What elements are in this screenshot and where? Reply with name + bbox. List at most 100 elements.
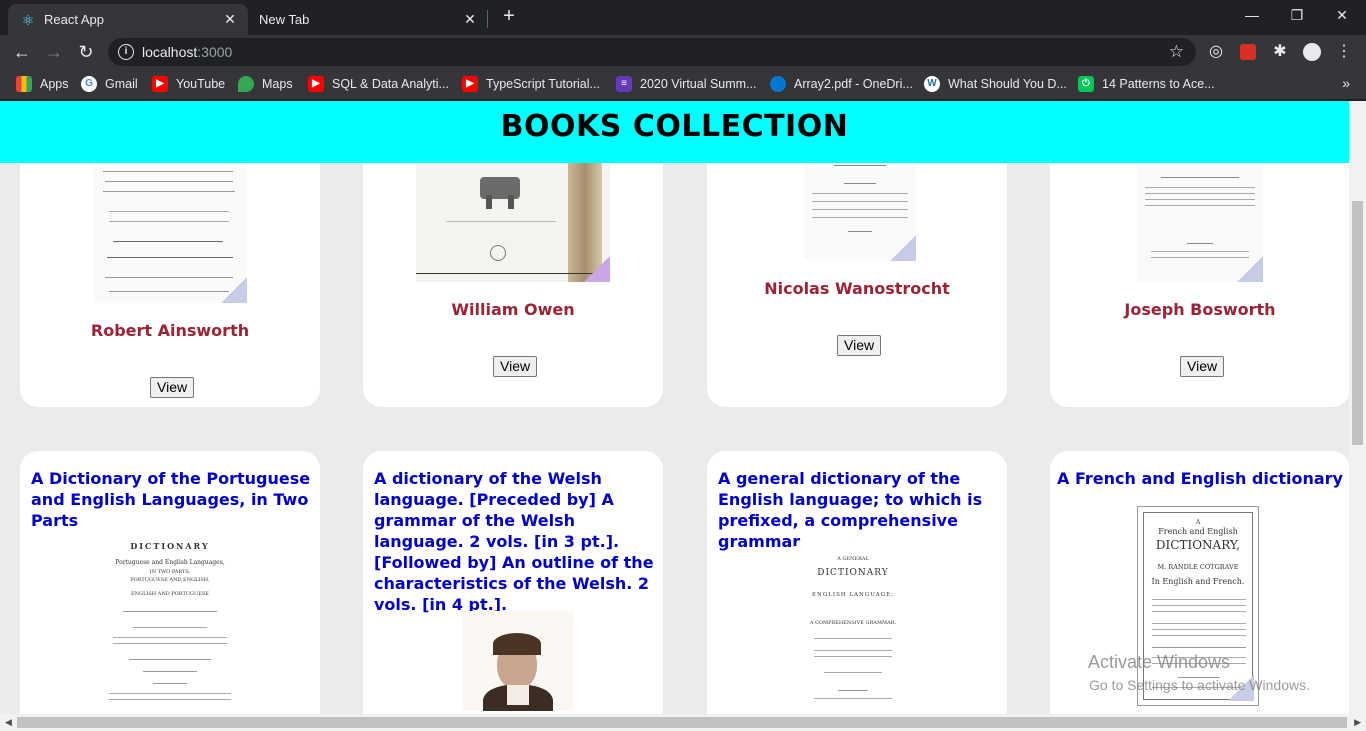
bookmark-star-icon[interactable]: ☆ bbox=[1169, 42, 1184, 62]
bookmark-what-should[interactable]: W What Should You D... bbox=[924, 76, 1067, 92]
reload-button[interactable]: ↻ bbox=[74, 40, 98, 64]
scan-text: DICTIONARY bbox=[130, 541, 210, 551]
tab-divider bbox=[487, 10, 488, 28]
bookmark-gmail[interactable]: G Gmail bbox=[81, 76, 138, 92]
view-button[interactable]: View bbox=[1180, 356, 1225, 377]
forward-button[interactable]: → bbox=[42, 40, 66, 64]
scan-text: ENGLISH AND PORTUGUESE bbox=[131, 591, 209, 597]
scroll-right-arrow-icon[interactable]: ▶ bbox=[1354, 717, 1361, 728]
book-title: A dictionary of the Welsh language. [Pre… bbox=[374, 469, 654, 614]
book-author: William Owen bbox=[451, 300, 575, 319]
bookmark-label: Array2.pdf - OneDri... bbox=[794, 77, 913, 91]
watermark-title: Activate Windows bbox=[1087, 652, 1230, 672]
restore-button[interactable]: ❐ bbox=[1277, 4, 1317, 26]
bookmark-label: What Should You D... bbox=[948, 77, 1067, 91]
minimize-button[interactable]: — bbox=[1232, 4, 1272, 26]
horizontal-scrollbar[interactable]: ◀ ▶ bbox=[0, 714, 1366, 731]
tab-label: New Tab bbox=[259, 12, 310, 27]
bookmark-summit[interactable]: ≡ 2020 Virtual Summ... bbox=[616, 76, 757, 92]
view-button[interactable]: View bbox=[837, 335, 882, 356]
site-info-icon[interactable]: i bbox=[118, 44, 134, 60]
profile-avatar-icon[interactable] bbox=[1301, 41, 1323, 63]
bookmark-label: Maps bbox=[262, 77, 293, 91]
scan-text: IN TWO PARTS, bbox=[149, 569, 191, 575]
view-button[interactable]: View bbox=[493, 356, 538, 377]
back-button[interactable]: ← bbox=[10, 40, 34, 64]
scan-text: DICTIONARY, bbox=[1155, 538, 1241, 552]
bookmark-label: Gmail bbox=[105, 77, 138, 91]
youtube-icon: ▶ bbox=[152, 76, 168, 92]
url-port: :3000 bbox=[197, 44, 233, 60]
wordpress-icon: W bbox=[924, 76, 940, 92]
scan-text: DICTIONARY bbox=[817, 568, 889, 578]
react-icon: ⚛ bbox=[21, 11, 35, 28]
browser-toolbar: ← → ↻ i localhost:3000 ☆ ◎ ✱ ⋮ bbox=[0, 35, 1366, 69]
scroll-left-arrow-icon[interactable]: ◀ bbox=[5, 717, 12, 728]
horizontal-scrollbar-thumb[interactable] bbox=[17, 717, 1347, 728]
bookmark-typescript[interactable]: ▶ TypeScript Tutorial... bbox=[462, 76, 600, 92]
bookmarks-overflow-icon[interactable]: » bbox=[1342, 75, 1350, 91]
page-header: BOOKS COLLECTION bbox=[0, 101, 1349, 163]
bookmark-label: Apps bbox=[40, 77, 69, 91]
book-cover-image: A GENERAL DICTIONARY ENGLISH LANGUAGE; A… bbox=[794, 546, 912, 716]
tab-strip: ⚛ React App ✕ New Tab ✕ + — ❐ ✕ bbox=[0, 0, 1366, 35]
bookmarks-bar: Apps G Gmail ▶ YouTube Maps ▶ SQL & Data An… bbox=[0, 69, 1366, 100]
bookmark-patterns[interactable]: ⏻ 14 Patterns to Ace... bbox=[1078, 76, 1215, 92]
scan-text: A COMPREHENSIVE GRAMMAR. bbox=[809, 620, 897, 626]
book-card: William Owen View bbox=[363, 131, 663, 407]
book-card: Joseph Bosworth View bbox=[1050, 131, 1350, 407]
book-card: Nicolas Wanostrocht View bbox=[707, 131, 1007, 407]
scan-text: A GENERAL bbox=[837, 556, 869, 562]
forms-icon: ≡ bbox=[616, 76, 632, 92]
scan-text: PORTUGUESE AND ENGLISH, bbox=[130, 577, 210, 583]
apps-grid-icon bbox=[16, 76, 32, 92]
power-icon: ⏻ bbox=[1078, 76, 1094, 92]
bookmark-label: YouTube bbox=[176, 77, 226, 91]
menu-kebab-icon[interactable]: ⋮ bbox=[1333, 41, 1355, 63]
book-author: Robert Ainsworth bbox=[90, 321, 250, 340]
new-tab-button[interactable]: + bbox=[499, 6, 519, 26]
close-tab-icon[interactable]: ✕ bbox=[462, 11, 478, 27]
book-title: A French and English dictionary bbox=[1057, 469, 1343, 488]
youtube-icon: ▶ bbox=[462, 76, 478, 92]
close-window-button[interactable]: ✕ bbox=[1322, 4, 1362, 26]
book-card: A Dictionary of the Portuguese and Engli… bbox=[20, 451, 320, 731]
bookmark-label: 14 Patterns to Ace... bbox=[1102, 77, 1215, 91]
url-host: localhost bbox=[142, 44, 198, 60]
extensions-puzzle-icon[interactable]: ✱ bbox=[1269, 41, 1291, 63]
scan-text: A bbox=[1195, 519, 1201, 526]
extension-red-icon[interactable] bbox=[1237, 41, 1259, 63]
book-card: A general dictionary of the English lang… bbox=[707, 451, 1007, 731]
book-title: A general dictionary of the English lang… bbox=[718, 469, 983, 551]
bookmark-label: 2020 Virtual Summ... bbox=[640, 77, 757, 91]
vertical-scrollbar-thumb[interactable] bbox=[1352, 201, 1363, 445]
bookmark-apps[interactable]: Apps bbox=[16, 76, 69, 92]
bookmark-youtube[interactable]: ▶ YouTube bbox=[152, 76, 225, 92]
book-author: Joseph Bosworth bbox=[1124, 300, 1276, 319]
bookmark-label: SQL & Data Analyti... bbox=[332, 77, 449, 91]
scan-text: French and English bbox=[1158, 527, 1238, 536]
book-cover-image: A French and English DICTIONARY, M. RAND… bbox=[1137, 506, 1259, 706]
tab-new-tab[interactable]: New Tab ✕ bbox=[248, 4, 488, 35]
tab-label: React App bbox=[44, 12, 104, 27]
address-bar[interactable]: i localhost:3000 ☆ bbox=[108, 38, 1196, 66]
bookmark-maps[interactable]: Maps bbox=[238, 76, 293, 92]
book-author: Nicolas Wanostrocht bbox=[764, 279, 950, 298]
view-button[interactable]: View bbox=[150, 377, 195, 398]
book-title: A Dictionary of the Portuguese and Engli… bbox=[31, 469, 311, 530]
youtube-icon: ▶ bbox=[308, 76, 324, 92]
book-card: A dictionary of the Welsh language. [Pre… bbox=[363, 451, 663, 731]
scan-text: ENGLISH LANGUAGE; bbox=[812, 592, 894, 598]
url-text: localhost:3000 bbox=[142, 44, 232, 60]
tab-react-app[interactable]: ⚛ React App ✕ bbox=[8, 4, 248, 35]
google-icon: G bbox=[81, 76, 97, 92]
bookmark-onedrive[interactable]: Array2.pdf - OneDri... bbox=[770, 76, 913, 92]
bookmark-label: TypeScript Tutorial... bbox=[486, 77, 600, 91]
maps-icon bbox=[238, 76, 254, 92]
extension-target-icon[interactable]: ◎ bbox=[1205, 41, 1227, 63]
bookmark-sql[interactable]: ▶ SQL & Data Analyti... bbox=[308, 76, 449, 92]
onedrive-icon bbox=[770, 76, 786, 92]
close-tab-icon[interactable]: ✕ bbox=[222, 11, 238, 27]
book-cover-image: DICTIONARY Portuguese and English Langua… bbox=[93, 531, 247, 711]
vertical-scrollbar[interactable] bbox=[1349, 101, 1366, 714]
